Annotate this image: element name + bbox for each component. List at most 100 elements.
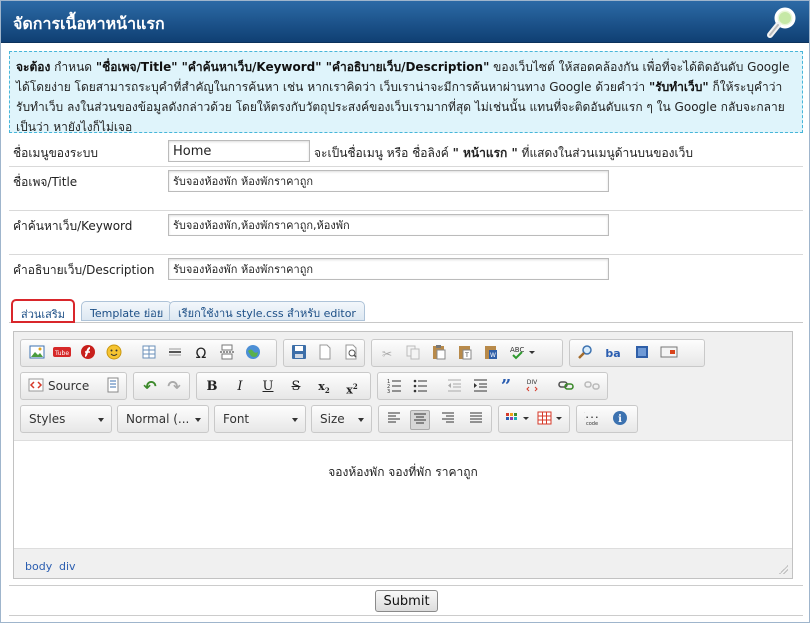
paste-text-icon[interactable]: T <box>455 344 475 364</box>
source-icon[interactable] <box>26 377 46 397</box>
path-item-body[interactable]: body <box>25 560 52 573</box>
toolbar-group-source: Source <box>20 372 127 400</box>
youtube-icon[interactable]: Tube <box>52 344 72 364</box>
resize-handle[interactable] <box>778 564 788 574</box>
editor-tabs: ส่วนเสริม Template ย่อย เรียกใช้งาน styl… <box>9 297 803 323</box>
toolbar-row-1: Tube Ω ✂ T W ABC ba <box>20 339 790 367</box>
flash-icon[interactable] <box>78 344 98 364</box>
svg-text:3: 3 <box>387 389 390 393</box>
styles-dropdown[interactable]: Styles <box>20 405 112 433</box>
editor-statusbar: body div <box>14 556 792 578</box>
cut-icon[interactable]: ✂ <box>377 344 397 364</box>
keyword-input[interactable] <box>168 214 609 236</box>
menu-name-hint-pre: จะเป็นชื่อเมนู หรือ ชื่อลิงค์ <box>314 146 453 160</box>
magnifier-icon <box>767 7 796 38</box>
indent-icon[interactable] <box>470 377 490 397</box>
editor-content-area[interactable]: จองห้องพัก จองที่พัก ราคาถูก <box>14 440 792 549</box>
format-dropdown[interactable]: Normal (... <box>117 405 209 433</box>
align-left-icon[interactable] <box>384 410 404 430</box>
undo-icon[interactable]: ↶ <box>140 377 160 397</box>
size-dropdown[interactable]: Size <box>311 405 372 433</box>
outdent-icon[interactable] <box>444 377 464 397</box>
copy-icon[interactable] <box>403 344 423 364</box>
seo-notice: จะต้อง กำหนด "ชื่อเพจ/Title" "คำค้นหาเว็… <box>9 51 803 134</box>
chevron-down-icon <box>195 418 201 422</box>
description-label: คำอธิบายเว็บ/Description <box>13 263 155 277</box>
table-icon[interactable] <box>139 344 159 364</box>
font-dropdown-label: Font <box>223 412 250 426</box>
size-dropdown-label: Size <box>320 412 345 426</box>
spellcheck-icon[interactable]: ABC <box>508 344 538 364</box>
format-dropdown-label: Normal (... <box>126 412 190 426</box>
page-break-icon[interactable] <box>217 344 237 364</box>
toolbar-row-2: Source ↶ ↷ B I U S x2 x2 123 ” DIV <box>20 372 790 400</box>
link-icon[interactable] <box>556 377 576 397</box>
about-info-icon[interactable]: i <box>610 410 630 430</box>
toolbar-group-colors <box>498 405 570 433</box>
find-icon[interactable] <box>575 344 595 364</box>
paste-icon[interactable] <box>429 344 449 364</box>
editor-content-text[interactable]: จองห้องพัก จองที่พัก ราคาถูก <box>14 463 792 482</box>
smiley-icon[interactable] <box>104 344 124 364</box>
tab-style-css[interactable]: เรียกใช้งาน style.css สำหรับ editor <box>169 301 365 321</box>
form-icon[interactable] <box>659 344 679 364</box>
notice-text-1: กำหนด <box>50 60 96 74</box>
horizontal-line-icon[interactable] <box>165 344 185 364</box>
underline-icon[interactable]: U <box>258 377 278 397</box>
toolbar-group-insert: Tube Ω <box>20 339 277 367</box>
svg-text:DIV: DIV <box>527 379 538 386</box>
toolbar-group-document <box>283 339 365 367</box>
title-row: ชื่อเพจ/Title <box>9 167 803 211</box>
align-right-icon[interactable] <box>438 410 458 430</box>
align-justify-icon[interactable] <box>466 410 486 430</box>
divider <box>9 585 803 586</box>
title-input[interactable] <box>168 170 609 192</box>
styles-dropdown-label: Styles <box>29 412 66 426</box>
strikethrough-icon[interactable]: S <box>286 377 306 397</box>
bulleted-list-icon[interactable] <box>410 377 430 397</box>
tab-sub-template[interactable]: Template ย่อย <box>81 301 173 321</box>
superscript-icon[interactable]: x2 <box>342 377 362 397</box>
toolbar-group-misc: {...}code i <box>576 405 638 433</box>
bold-icon[interactable]: B <box>202 377 222 397</box>
italic-icon[interactable]: I <box>230 377 250 397</box>
special-char-icon[interactable]: Ω <box>191 344 211 364</box>
toolbar-group-find: ba <box>569 339 705 367</box>
submit-button[interactable]: Submit <box>375 590 438 612</box>
subscript-icon[interactable]: x2 <box>314 377 334 397</box>
numbered-list-icon[interactable]: 123 <box>384 377 404 397</box>
unlink-icon[interactable] <box>582 377 602 397</box>
divider <box>9 615 803 616</box>
svg-text:Tube: Tube <box>54 350 69 357</box>
align-center-icon[interactable] <box>410 410 430 430</box>
source-label[interactable]: Source <box>48 379 89 393</box>
tab-addons[interactable]: ส่วนเสริม <box>11 299 76 323</box>
description-input[interactable] <box>168 258 609 280</box>
create-div-icon[interactable]: DIV <box>522 377 542 397</box>
table-grid-icon[interactable] <box>536 410 566 430</box>
templates-icon[interactable] <box>103 377 123 397</box>
keyword-row: คำค้นหาเว็บ/Keyword <box>9 211 803 255</box>
select-all-icon[interactable] <box>632 344 652 364</box>
text-color-icon[interactable] <box>503 410 533 430</box>
font-dropdown[interactable]: Font <box>214 405 306 433</box>
save-icon[interactable] <box>289 344 309 364</box>
new-page-icon[interactable] <box>315 344 335 364</box>
menu-name-label: ชื่อเมนูของระบบ <box>13 146 98 160</box>
iframe-icon[interactable] <box>243 344 263 364</box>
menu-name-input[interactable] <box>168 140 310 162</box>
paste-word-icon[interactable]: W <box>481 344 501 364</box>
notice-bold-3: "รับทำเว็บ" <box>648 80 709 94</box>
blockquote-icon[interactable]: ” <box>496 377 516 397</box>
notice-bold-2: "ชื่อเพจ/Title" "คำค้นหาเว็บ/Keyword" "ค… <box>95 60 490 74</box>
preview-icon[interactable] <box>341 344 361 364</box>
description-row: คำอธิบายเว็บ/Description <box>9 255 803 296</box>
code-snippet-icon[interactable]: {...}code <box>580 410 604 430</box>
redo-icon[interactable]: ↷ <box>164 377 184 397</box>
svg-text:W: W <box>490 352 496 359</box>
path-item-div[interactable]: div <box>59 560 76 573</box>
title-label: ชื่อเพจ/Title <box>13 175 78 189</box>
image-icon[interactable] <box>27 344 47 364</box>
content-manager-panel: จัดการเนื้อหาหน้าแรก จะต้อง กำหนด "ชื่อเ… <box>0 0 810 623</box>
replace-icon[interactable]: ba <box>603 344 623 364</box>
